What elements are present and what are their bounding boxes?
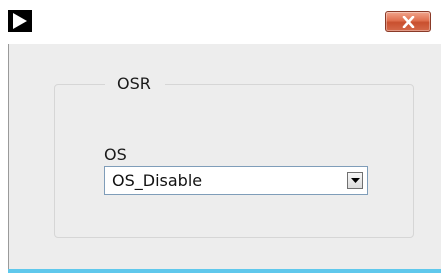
dropdown-button[interactable]	[347, 172, 363, 189]
groupbox-title: OSR	[105, 72, 165, 96]
close-x-icon	[402, 16, 415, 28]
title-bar[interactable]	[0, 0, 441, 44]
close-button[interactable]	[385, 11, 431, 32]
os-label: OS	[104, 145, 127, 164]
osr-groupbox: OSR OS OS_Disable	[54, 72, 414, 238]
os-select[interactable]: OS_Disable	[104, 166, 368, 195]
os-select-value: OS_Disable	[112, 171, 203, 190]
play-triangle-icon	[8, 10, 32, 32]
client-area: OSR OS OS_Disable	[8, 44, 441, 269]
dialog-window: OSR OS OS_Disable	[0, 0, 441, 273]
chevron-down-icon	[351, 178, 360, 183]
window-bottom-border	[8, 269, 441, 273]
